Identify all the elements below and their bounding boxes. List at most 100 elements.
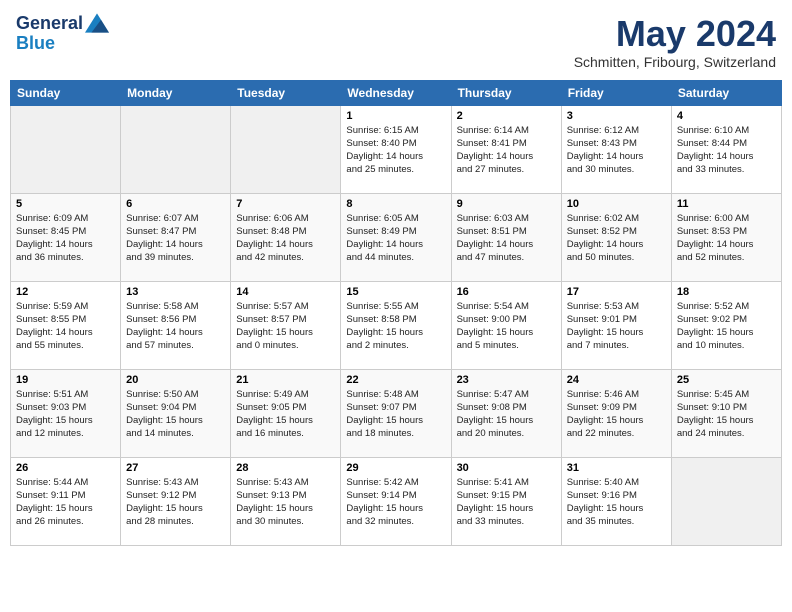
day-info: Sunrise: 6:15 AMSunset: 8:40 PMDaylight:…: [346, 124, 445, 177]
weekday-header-friday: Friday: [561, 80, 671, 105]
day-info: Sunrise: 5:45 AMSunset: 9:10 PMDaylight:…: [677, 388, 776, 441]
day-info: Sunrise: 6:12 AMSunset: 8:43 PMDaylight:…: [567, 124, 666, 177]
day-number: 18: [677, 286, 776, 298]
calendar-cell: 31Sunrise: 5:40 AMSunset: 9:16 PMDayligh…: [561, 457, 671, 545]
page-header: General Blue May 2024 Schmitten, Fribour…: [10, 10, 782, 74]
calendar-cell: 17Sunrise: 5:53 AMSunset: 9:01 PMDayligh…: [561, 281, 671, 369]
day-number: 26: [16, 462, 115, 474]
weekday-header-sunday: Sunday: [11, 80, 121, 105]
calendar-cell: 13Sunrise: 5:58 AMSunset: 8:56 PMDayligh…: [121, 281, 231, 369]
day-number: 8: [346, 198, 445, 210]
day-info: Sunrise: 5:55 AMSunset: 8:58 PMDaylight:…: [346, 300, 445, 353]
day-number: 23: [457, 374, 556, 386]
calendar-subtitle: Schmitten, Fribourg, Switzerland: [574, 54, 776, 70]
day-number: 7: [236, 198, 335, 210]
day-info: Sunrise: 5:54 AMSunset: 9:00 PMDaylight:…: [457, 300, 556, 353]
day-number: 25: [677, 374, 776, 386]
day-number: 27: [126, 462, 225, 474]
day-info: Sunrise: 6:09 AMSunset: 8:45 PMDaylight:…: [16, 212, 115, 265]
calendar-cell: 9 Sunrise: 6:03 AMSunset: 8:51 PMDaylight…: [451, 193, 561, 281]
day-info: Sunrise: 5:48 AMSunset: 9:07 PMDaylight:…: [346, 388, 445, 441]
calendar-cell: 27 Sunrise: 5:43 AMSunset: 9:12 PMDayligh…: [121, 457, 231, 545]
day-number: 14: [236, 286, 335, 298]
day-number: 29: [346, 462, 445, 474]
weekday-header-row: SundayMondayTuesdayWednesdayThursdayFrid…: [11, 80, 782, 105]
calendar-week-row: 5 Sunrise: 6:09 AMSunset: 8:45 PMDaylight…: [11, 193, 782, 281]
day-info: Sunrise: 6:14 AMSunset: 8:41 PMDaylight:…: [457, 124, 556, 177]
weekday-header-wednesday: Wednesday: [341, 80, 451, 105]
day-info: Sunrise: 6:07 AMSunset: 8:47 PMDaylight:…: [126, 212, 225, 265]
calendar-cell: 23Sunrise: 5:47 AMSunset: 9:08 PMDayligh…: [451, 369, 561, 457]
day-number: 15: [346, 286, 445, 298]
day-info: Sunrise: 5:43 AMSunset: 9:13 PMDaylight:…: [236, 476, 335, 529]
calendar-cell: 14 Sunrise: 5:57 AMSunset: 8:57 PMDayligh…: [231, 281, 341, 369]
calendar-cell: 7 Sunrise: 6:06 AMSunset: 8:48 PMDaylight…: [231, 193, 341, 281]
calendar-cell: 4 Sunrise: 6:10 AMSunset: 8:44 PMDaylight…: [671, 105, 781, 193]
calendar-cell: [231, 105, 341, 193]
calendar-table: SundayMondayTuesdayWednesdayThursdayFrid…: [10, 80, 782, 546]
day-number: 3: [567, 110, 666, 122]
title-block: May 2024 Schmitten, Fribourg, Switzerlan…: [574, 14, 776, 70]
calendar-cell: 30 Sunrise: 5:41 AMSunset: 9:15 PMDayligh…: [451, 457, 561, 545]
calendar-week-row: 12Sunrise: 5:59 AMSunset: 8:55 PMDayligh…: [11, 281, 782, 369]
calendar-cell: 11Sunrise: 6:00 AMSunset: 8:53 PMDayligh…: [671, 193, 781, 281]
day-info: Sunrise: 5:58 AMSunset: 8:56 PMDaylight:…: [126, 300, 225, 353]
weekday-header-tuesday: Tuesday: [231, 80, 341, 105]
calendar-cell: 19 Sunrise: 5:51 AMSunset: 9:03 PMDayligh…: [11, 369, 121, 457]
day-number: 22: [346, 374, 445, 386]
day-number: 30: [457, 462, 556, 474]
day-number: 9: [457, 198, 556, 210]
weekday-header-monday: Monday: [121, 80, 231, 105]
day-info: Sunrise: 5:44 AMSunset: 9:11 PMDaylight:…: [16, 476, 115, 529]
calendar-title: May 2024: [574, 14, 776, 54]
day-number: 1: [346, 110, 445, 122]
day-info: Sunrise: 6:10 AMSunset: 8:44 PMDaylight:…: [677, 124, 776, 177]
day-info: Sunrise: 5:57 AMSunset: 8:57 PMDaylight:…: [236, 300, 335, 353]
calendar-cell: 20 Sunrise: 5:50 AMSunset: 9:04 PMDayligh…: [121, 369, 231, 457]
day-number: 10: [567, 198, 666, 210]
calendar-week-row: 26 Sunrise: 5:44 AMSunset: 9:11 PMDayligh…: [11, 457, 782, 545]
logo: General Blue: [16, 14, 109, 54]
calendar-cell: 25 Sunrise: 5:45 AMSunset: 9:10 PMDayligh…: [671, 369, 781, 457]
calendar-cell: 6 Sunrise: 6:07 AMSunset: 8:47 PMDaylight…: [121, 193, 231, 281]
day-info: Sunrise: 6:00 AMSunset: 8:53 PMDaylight:…: [677, 212, 776, 265]
day-info: Sunrise: 5:50 AMSunset: 9:04 PMDaylight:…: [126, 388, 225, 441]
day-info: Sunrise: 5:46 AMSunset: 9:09 PMDaylight:…: [567, 388, 666, 441]
calendar-week-row: 1 Sunrise: 6:15 AMSunset: 8:40 PMDaylight…: [11, 105, 782, 193]
weekday-header-thursday: Thursday: [451, 80, 561, 105]
day-number: 4: [677, 110, 776, 122]
day-info: Sunrise: 6:05 AMSunset: 8:49 PMDaylight:…: [346, 212, 445, 265]
weekday-header-saturday: Saturday: [671, 80, 781, 105]
calendar-cell: 15 Sunrise: 5:55 AMSunset: 8:58 PMDayligh…: [341, 281, 451, 369]
day-info: Sunrise: 5:41 AMSunset: 9:15 PMDaylight:…: [457, 476, 556, 529]
calendar-cell: 1 Sunrise: 6:15 AMSunset: 8:40 PMDaylight…: [341, 105, 451, 193]
calendar-cell: 26 Sunrise: 5:44 AMSunset: 9:11 PMDayligh…: [11, 457, 121, 545]
calendar-week-row: 19 Sunrise: 5:51 AMSunset: 9:03 PMDayligh…: [11, 369, 782, 457]
calendar-cell: 12Sunrise: 5:59 AMSunset: 8:55 PMDayligh…: [11, 281, 121, 369]
day-number: 28: [236, 462, 335, 474]
calendar-cell: 28 Sunrise: 5:43 AMSunset: 9:13 PMDayligh…: [231, 457, 341, 545]
day-number: 2: [457, 110, 556, 122]
calendar-cell: 10 Sunrise: 6:02 AMSunset: 8:52 PMDayligh…: [561, 193, 671, 281]
day-number: 19: [16, 374, 115, 386]
calendar-cell: 22 Sunrise: 5:48 AMSunset: 9:07 PMDayligh…: [341, 369, 451, 457]
day-info: Sunrise: 6:02 AMSunset: 8:52 PMDaylight:…: [567, 212, 666, 265]
day-info: Sunrise: 5:49 AMSunset: 9:05 PMDaylight:…: [236, 388, 335, 441]
day-info: Sunrise: 6:06 AMSunset: 8:48 PMDaylight:…: [236, 212, 335, 265]
calendar-cell: [11, 105, 121, 193]
day-info: Sunrise: 5:59 AMSunset: 8:55 PMDaylight:…: [16, 300, 115, 353]
calendar-cell: 18 Sunrise: 5:52 AMSunset: 9:02 PMDayligh…: [671, 281, 781, 369]
calendar-cell: 24 Sunrise: 5:46 AMSunset: 9:09 PMDayligh…: [561, 369, 671, 457]
day-number: 20: [126, 374, 225, 386]
day-info: Sunrise: 5:42 AMSunset: 9:14 PMDaylight:…: [346, 476, 445, 529]
calendar-cell: [671, 457, 781, 545]
day-number: 16: [457, 286, 556, 298]
day-number: 6: [126, 198, 225, 210]
day-number: 17: [567, 286, 666, 298]
day-number: 24: [567, 374, 666, 386]
day-number: 5: [16, 198, 115, 210]
day-info: Sunrise: 5:51 AMSunset: 9:03 PMDaylight:…: [16, 388, 115, 441]
day-info: Sunrise: 5:52 AMSunset: 9:02 PMDaylight:…: [677, 300, 776, 353]
day-info: Sunrise: 6:03 AMSunset: 8:51 PMDaylight:…: [457, 212, 556, 265]
day-info: Sunrise: 5:43 AMSunset: 9:12 PMDaylight:…: [126, 476, 225, 529]
